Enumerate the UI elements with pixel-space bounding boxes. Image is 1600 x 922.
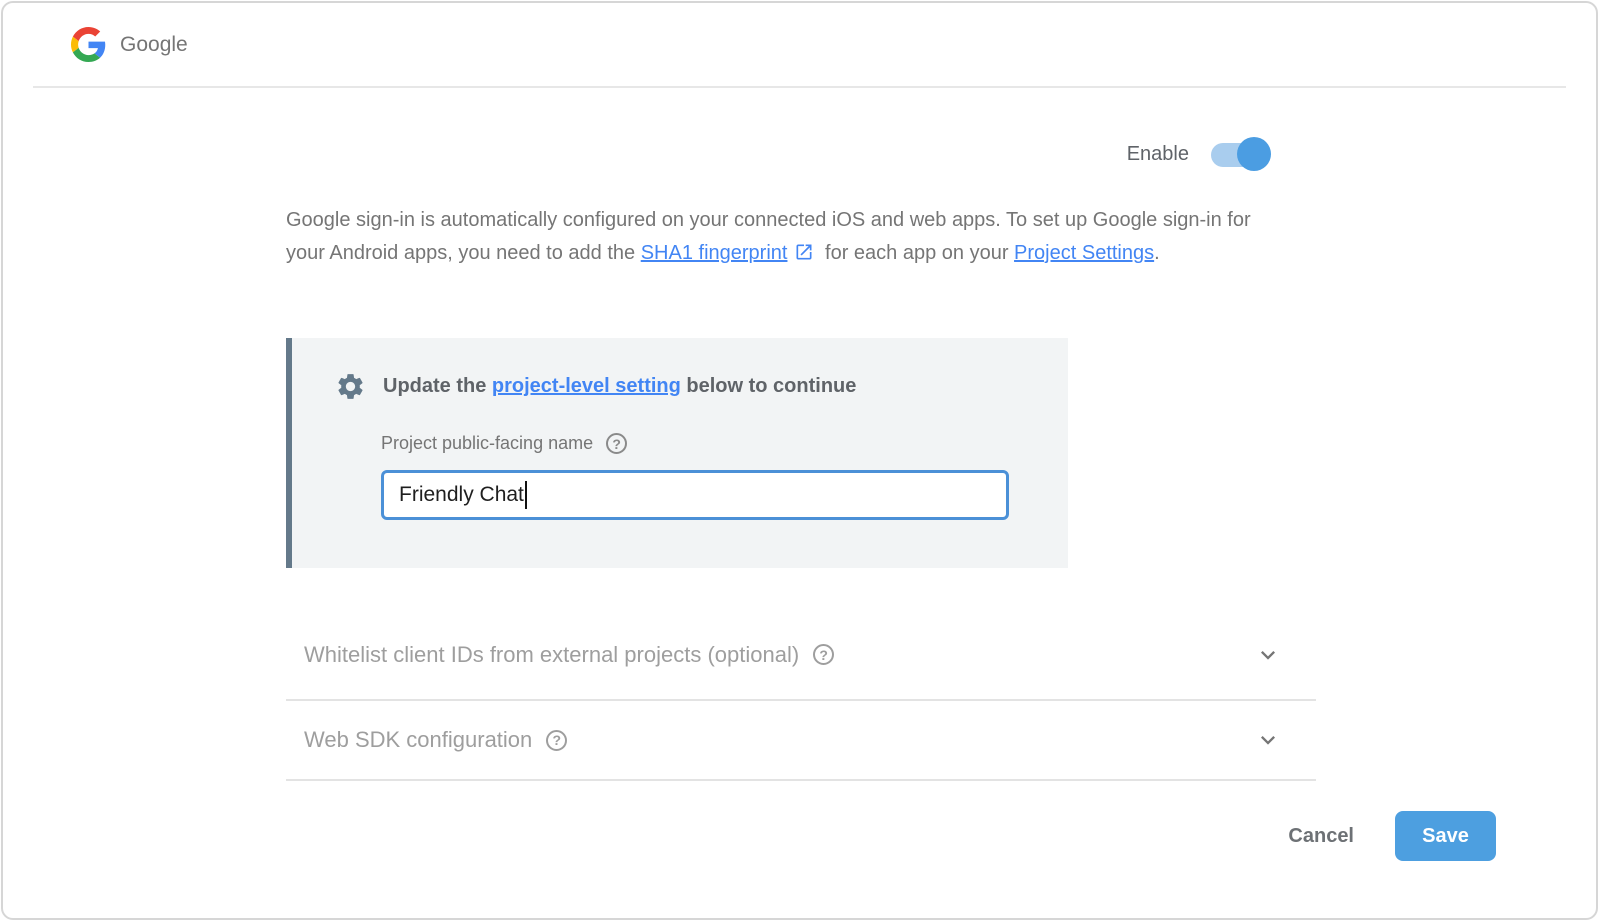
- section-heading: Web SDK configuration ?: [304, 727, 567, 753]
- project-level-setting-link[interactable]: project-level setting: [492, 375, 681, 397]
- project-setting-callout: Update the project-level setting below t…: [286, 338, 1068, 568]
- cancel-button[interactable]: Cancel: [1288, 825, 1354, 848]
- callout-message: Update the project-level setting below t…: [383, 375, 856, 398]
- save-button[interactable]: Save: [1395, 811, 1496, 861]
- section-whitelist-client-ids[interactable]: Whitelist client IDs from external proje…: [286, 610, 1316, 701]
- input-value: Friendly Chat: [399, 483, 524, 507]
- section-title: Whitelist client IDs from external proje…: [304, 642, 799, 668]
- enable-toggle[interactable]: [1211, 140, 1268, 168]
- provider-header: Google: [33, 3, 1566, 88]
- provider-title: Google: [120, 33, 188, 57]
- dialog-footer: Cancel Save: [1288, 811, 1496, 861]
- text-caret: [525, 481, 527, 509]
- help-icon[interactable]: ?: [606, 433, 627, 454]
- description-text: .: [1154, 242, 1160, 264]
- callout-heading: Update the project-level setting below t…: [335, 371, 1068, 402]
- chevron-down-icon: [1254, 726, 1282, 754]
- public-facing-name-field: Project public-facing name ? Friendly Ch…: [381, 433, 1068, 520]
- project-name-input[interactable]: Friendly Chat: [381, 470, 1009, 520]
- field-label: Project public-facing name: [381, 433, 593, 454]
- enable-label: Enable: [1127, 143, 1189, 166]
- section-heading: Whitelist client IDs from external proje…: [304, 642, 834, 668]
- section-title: Web SDK configuration: [304, 727, 532, 753]
- provider-description: Google sign-in is automatically configur…: [286, 204, 1278, 270]
- gear-icon: [335, 371, 366, 402]
- chevron-down-icon: [1254, 641, 1282, 669]
- field-label-row: Project public-facing name ?: [381, 433, 1068, 454]
- help-icon[interactable]: ?: [813, 644, 834, 665]
- google-logo-icon: [71, 27, 106, 62]
- callout-text: Update the: [383, 375, 492, 397]
- section-web-sdk-configuration[interactable]: Web SDK configuration ?: [286, 701, 1316, 781]
- help-icon[interactable]: ?: [546, 730, 567, 751]
- description-text: for each app on your: [819, 242, 1014, 264]
- expandable-sections: Whitelist client IDs from external proje…: [286, 610, 1316, 781]
- google-signin-config-dialog: Google Enable Google sign-in is automati…: [1, 1, 1598, 920]
- callout-text: below to continue: [681, 375, 857, 397]
- toggle-thumb: [1237, 137, 1271, 171]
- enable-row: Enable: [1127, 137, 1268, 171]
- external-link-icon: [794, 242, 814, 262]
- sha1-fingerprint-link[interactable]: SHA1 fingerprint: [641, 242, 788, 264]
- project-settings-link[interactable]: Project Settings: [1014, 242, 1154, 264]
